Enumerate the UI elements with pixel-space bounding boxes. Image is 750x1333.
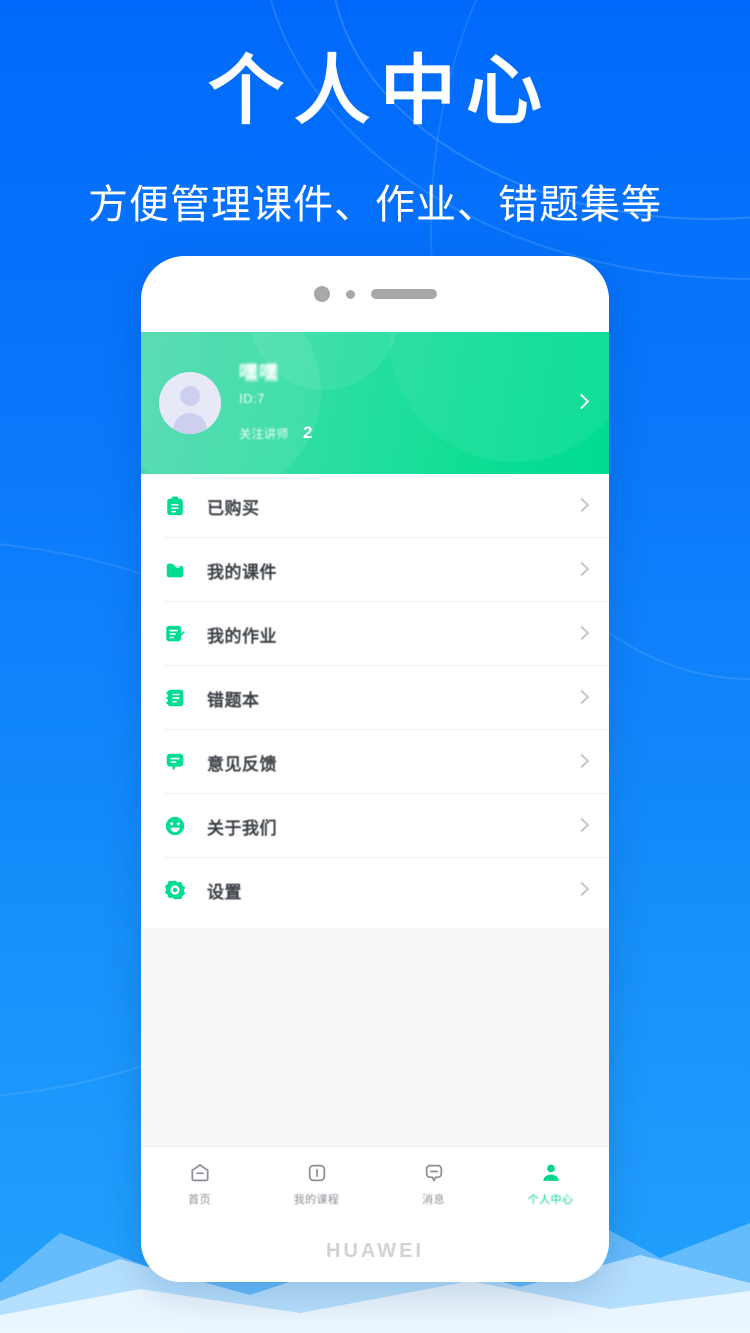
huawei-brand-logo: HUAWEI (326, 1239, 424, 1262)
courses-icon (305, 1161, 329, 1185)
tab-messages[interactable]: 消息 (375, 1147, 492, 1220)
chevron-right-icon[interactable] (574, 817, 590, 835)
menu-item-label: 意见反馈 (207, 754, 277, 774)
avatar-head-shape (180, 386, 200, 406)
profile-username: 嘿嘿 (239, 363, 280, 385)
menu-item-label: 错题本 (207, 690, 260, 710)
phone-screen: 嘿嘿 ID:7 关注讲师 2 已购买 我的课件 我的作业 错题本 意见反馈 关于… (141, 332, 609, 1220)
tab-label: 个人中心 (527, 1193, 574, 1206)
menu-item-my-courseware[interactable]: 我的课件 (141, 538, 609, 602)
tab-label: 首页 (188, 1193, 211, 1206)
tab-home[interactable]: 首页 (141, 1147, 258, 1220)
bottom-tab-bar: 首页 我的课程 消息 个人中心 (141, 1146, 609, 1220)
menu-item-label: 我的课件 (207, 562, 277, 582)
page-title: 个人中心 (208, 49, 552, 134)
chevron-right-icon[interactable] (574, 689, 590, 707)
menu-item-my-homework[interactable]: 我的作业 (141, 602, 609, 666)
chevron-right-icon[interactable] (574, 753, 590, 771)
chat-bubble-icon (163, 750, 187, 774)
tab-personal-center[interactable]: 个人中心 (492, 1147, 609, 1220)
profile-info: 嘿嘿 ID:7 关注讲师 2 (239, 363, 576, 443)
avatar[interactable] (159, 372, 221, 434)
document-edit-icon (163, 622, 187, 646)
menu-item-about-us[interactable]: 关于我们 (141, 794, 609, 858)
folder-icon (163, 558, 187, 582)
tab-my-courses[interactable]: 我的课程 (258, 1147, 375, 1220)
settings-gear-icon (163, 878, 187, 902)
menu-item-purchased[interactable]: 已购买 (141, 474, 609, 538)
menu-item-feedback[interactable]: 意见反馈 (141, 730, 609, 794)
tab-label: 消息 (422, 1193, 445, 1206)
menu-item-label: 设置 (207, 882, 242, 902)
phone-mockup: 嘿嘿 ID:7 关注讲师 2 已购买 我的课件 我的作业 错题本 意见反馈 关于… (141, 256, 609, 1282)
menu-item-settings[interactable]: 设置 (141, 858, 609, 922)
chevron-right-icon[interactable] (574, 561, 590, 579)
menu-list: 已购买 我的课件 我的作业 错题本 意见反馈 关于我们 设置 (141, 474, 609, 928)
chevron-right-icon[interactable] (574, 497, 590, 515)
notebook-icon (163, 686, 187, 710)
phone-notch (141, 256, 609, 332)
follow-teachers-count: 2 (303, 422, 313, 442)
message-icon (422, 1161, 446, 1185)
follow-teachers-stat[interactable]: 关注讲师 2 (239, 423, 576, 443)
avatar-body-shape (173, 413, 207, 434)
earpiece-speaker-icon (370, 289, 437, 299)
smiley-face-icon (163, 814, 187, 838)
camera-dot-icon (313, 286, 330, 302)
sensor-dot-icon (345, 289, 355, 299)
chevron-right-icon[interactable] (574, 881, 590, 899)
home-icon (188, 1161, 212, 1185)
menu-item-label: 我的作业 (207, 626, 277, 646)
profile-header[interactable]: 嘿嘿 ID:7 关注讲师 2 (141, 332, 609, 474)
profile-icon (539, 1161, 563, 1185)
follow-teachers-label: 关注讲师 (239, 426, 290, 441)
tab-label: 我的课程 (293, 1193, 340, 1206)
chevron-right-icon[interactable] (573, 393, 590, 412)
menu-item-label: 已购买 (207, 498, 260, 518)
profile-user-id: ID:7 (239, 390, 265, 406)
chevron-right-icon[interactable] (574, 625, 590, 643)
page-subtitle: 方便管理课件、作业、错题集等 (88, 183, 662, 227)
clipboard-icon (163, 494, 187, 518)
menu-item-label: 关于我们 (207, 818, 277, 838)
phone-chin: HUAWEI (141, 1220, 609, 1282)
empty-content-area (141, 928, 609, 1146)
menu-item-mistake-notebook[interactable]: 错题本 (141, 666, 609, 730)
